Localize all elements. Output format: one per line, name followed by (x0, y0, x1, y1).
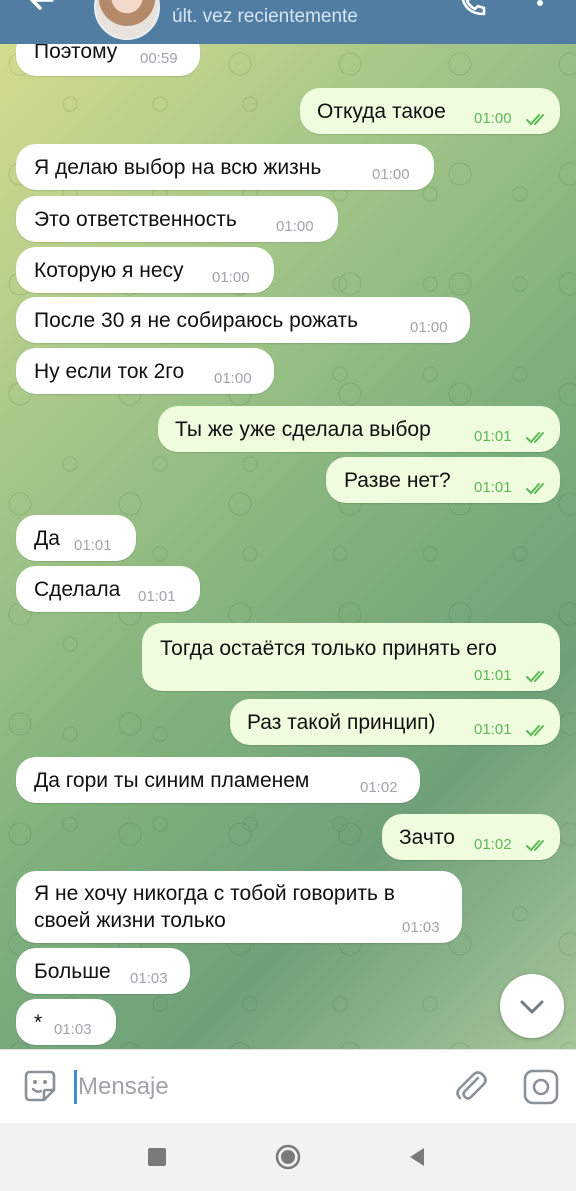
more-vert-icon[interactable] (528, 0, 552, 22)
message-text: Да (34, 527, 60, 550)
message-text: Ну если ток 2го (34, 360, 185, 383)
back-triangle-icon[interactable] (406, 1146, 428, 1168)
message-time: 01:00 (214, 370, 252, 387)
paperclip-icon[interactable] (452, 1068, 490, 1106)
message-incoming[interactable]: Это ответственность 01:00 (16, 196, 338, 242)
message-incoming[interactable]: Которую я несу 01:00 (16, 247, 274, 293)
message-time: 01:01 (474, 721, 512, 738)
message-outgoing[interactable]: Откуда такое 01:00 (300, 88, 560, 134)
message-time: 01:00 (276, 218, 314, 235)
chevron-down-icon (520, 1000, 544, 1014)
message-time: 01:01 (474, 428, 512, 445)
composer-bar (0, 1049, 576, 1124)
double-check-icon (526, 483, 544, 495)
double-check-icon (526, 840, 544, 852)
message-text-line1: Я не хочу никогда с тобой говорить в (34, 882, 395, 905)
avatar[interactable] (94, 0, 160, 40)
message-text: Больше (34, 960, 111, 983)
message-text: Раз такой принцип) (247, 711, 436, 734)
message-incoming[interactable]: Поэтому 00:59 (16, 44, 200, 76)
scroll-down-button[interactable] (500, 974, 564, 1038)
message-time: 01:00 (372, 166, 410, 183)
message-incoming[interactable]: Сделала 01:01 (16, 566, 200, 612)
sticker-smile-icon[interactable] (22, 1068, 58, 1104)
message-time: 01:01 (474, 667, 512, 684)
message-incoming[interactable]: Да 01:01 (16, 515, 136, 561)
message-time: 01:00 (474, 110, 512, 127)
message-incoming[interactable]: Я делаю выбор на всю жизнь 01:00 (16, 144, 434, 190)
message-time: 01:01 (138, 588, 176, 605)
message-time: 00:59 (140, 50, 178, 67)
message-text: Это ответственность (34, 208, 237, 231)
double-check-icon (526, 671, 544, 683)
message-time: 01:02 (360, 779, 398, 796)
message-outgoing[interactable]: Ты же уже сделала выбор 01:01 (158, 406, 560, 452)
message-time: 01:02 (474, 836, 512, 853)
message-outgoing[interactable]: Зачто 01:02 (382, 814, 560, 860)
message-time: 01:00 (212, 269, 250, 286)
message-text: Ты же уже сделала выбор (175, 418, 431, 441)
message-text: Поэтому (34, 44, 118, 63)
camera-icon[interactable] (522, 1068, 560, 1106)
message-text: Разве нет? (344, 469, 451, 492)
message-time: 01:00 (410, 319, 448, 336)
text-cursor (74, 1070, 77, 1104)
message-outgoing[interactable]: Тогда остаётся только принять его 01:01 (142, 623, 560, 691)
message-time: 01:03 (402, 919, 440, 936)
message-incoming[interactable]: * 01:03 (16, 999, 116, 1045)
last-seen-status: últ. vez recientemente (172, 6, 358, 27)
message-incoming[interactable]: Да гори ты синим пламенем 01:02 (16, 757, 420, 803)
message-text: Которую я несу (34, 259, 184, 282)
double-check-icon (526, 114, 544, 126)
double-check-icon (526, 432, 544, 444)
message-incoming[interactable]: Ну если ток 2го 01:00 (16, 348, 274, 394)
message-text: * (34, 1011, 43, 1034)
system-nav-bar (0, 1123, 576, 1191)
message-text: Да гори ты синим пламенем (34, 769, 310, 792)
phone-icon[interactable] (456, 0, 488, 22)
chat-header: últ. vez recientemente (0, 0, 576, 44)
message-text-line2: своей жизни только (34, 909, 226, 932)
message-time: 01:03 (130, 970, 168, 987)
message-input[interactable] (78, 1070, 418, 1104)
message-incoming[interactable]: Я не хочу никогда с тобой говорить в сво… (16, 871, 462, 943)
message-incoming[interactable]: После 30 я не собираюсь рожать 01:00 (16, 297, 470, 343)
message-text: Тогда остаётся только принять его (160, 637, 497, 660)
message-time: 01:01 (74, 537, 112, 554)
message-text: Я делаю выбор на всю жизнь (34, 156, 322, 179)
home-circle-icon[interactable] (274, 1143, 302, 1171)
arrow-left-icon[interactable] (22, 0, 62, 34)
message-time: 01:03 (54, 1021, 92, 1038)
message-outgoing[interactable]: Разве нет? 01:01 (326, 457, 560, 503)
message-text: Откуда такое (317, 100, 446, 123)
message-list[interactable]: Поэтому 00:59 Откуда такое 01:00 Я делаю… (0, 44, 576, 1049)
message-incoming[interactable]: Больше 01:03 (16, 948, 190, 994)
message-time: 01:01 (474, 479, 512, 496)
message-text: Зачто (399, 826, 455, 849)
message-text: После 30 я не собираюсь рожать (34, 309, 359, 332)
message-text: Сделала (34, 578, 121, 601)
message-outgoing[interactable]: Раз такой принцип) 01:01 (230, 699, 560, 745)
double-check-icon (526, 725, 544, 737)
recent-apps-icon[interactable] (148, 1148, 166, 1166)
